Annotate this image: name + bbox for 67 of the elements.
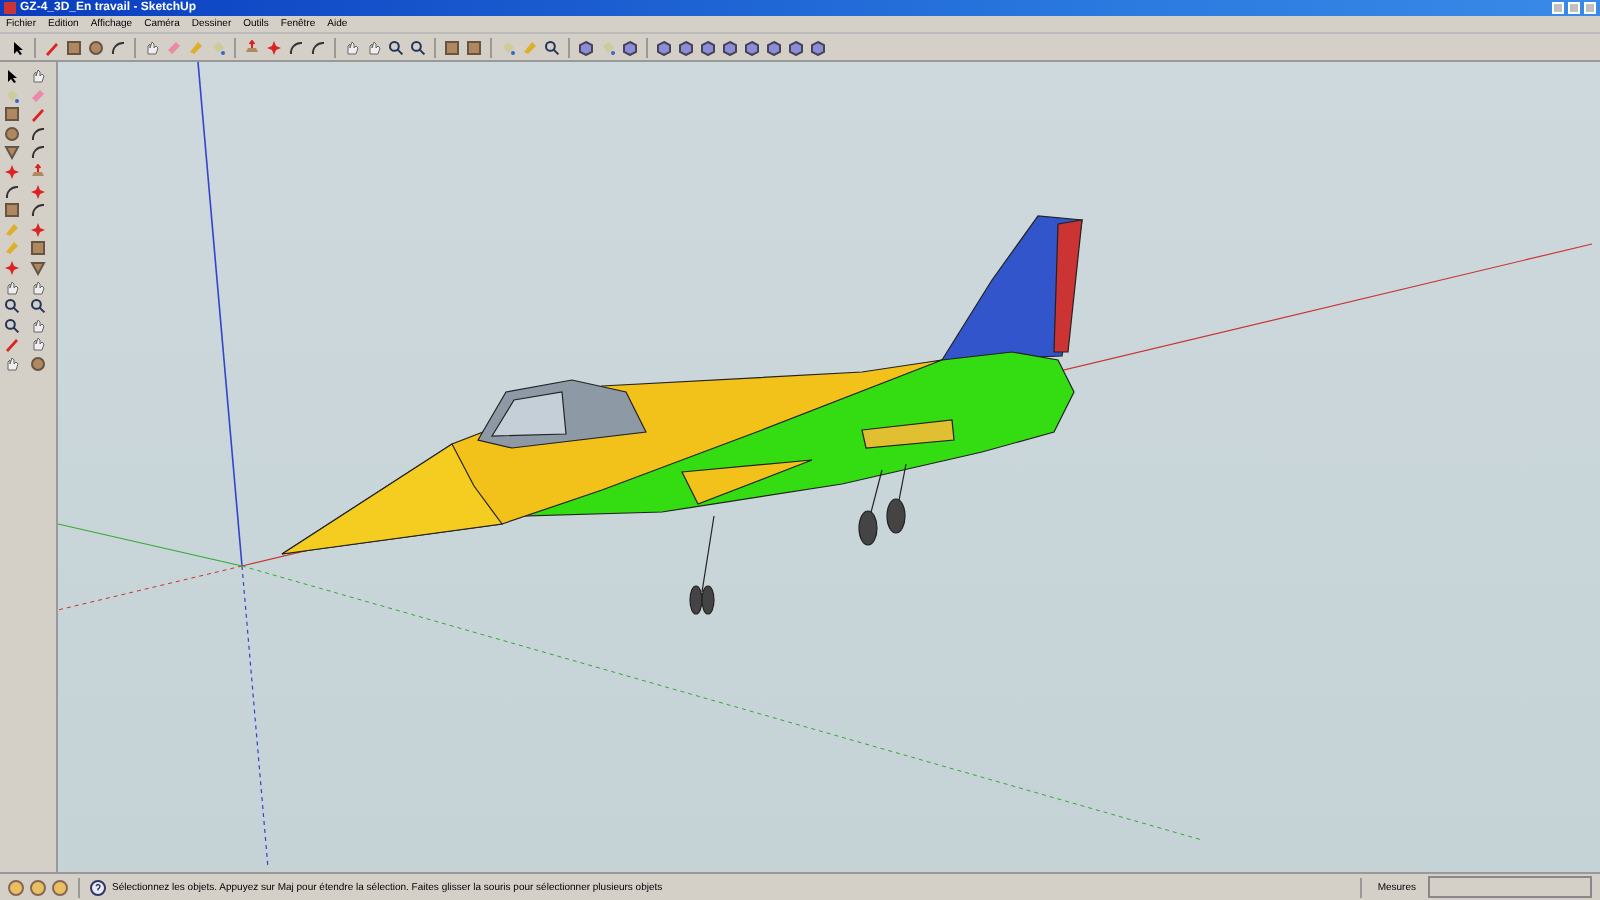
tool-button[interactable]	[28, 142, 48, 163]
paint-bucket-icon	[500, 39, 516, 55]
hand-icon	[30, 68, 46, 84]
hand-icon	[366, 39, 382, 55]
paint-bucket-icon	[4, 87, 20, 104]
circle-icon	[30, 355, 46, 372]
tool-button[interactable]	[2, 181, 22, 202]
hand-icon	[344, 39, 360, 55]
arc-icon	[110, 39, 126, 55]
pencil-icon	[44, 39, 60, 55]
cube-icon	[622, 39, 638, 55]
hand-icon	[4, 279, 20, 296]
toolbar-button[interactable]	[108, 37, 128, 57]
magnifier-icon	[30, 298, 46, 315]
move-arrows-icon	[4, 259, 20, 276]
toolbar-button[interactable]	[286, 37, 306, 57]
toolbar-button[interactable]	[786, 37, 806, 57]
toolbar-button[interactable]	[620, 37, 640, 57]
magnifier-icon	[410, 39, 426, 55]
pencil-icon	[30, 106, 46, 123]
move-arrows-icon	[30, 221, 46, 238]
eraser-icon	[166, 39, 182, 55]
circle-icon	[4, 125, 20, 142]
toolbar-button[interactable]	[8, 37, 28, 57]
toolbar-button[interactable]	[742, 37, 762, 57]
toolbar-button[interactable]	[576, 37, 596, 57]
hand-icon	[144, 39, 160, 55]
tool-button[interactable]	[2, 66, 22, 86]
magnifier-icon	[388, 39, 404, 55]
cube-icon	[578, 39, 594, 55]
toolbar-button[interactable]	[808, 37, 828, 57]
triangle-icon	[30, 259, 46, 276]
tape-measure-icon	[522, 39, 538, 55]
toolbar-button[interactable]	[654, 37, 674, 57]
paint-bucket-icon	[210, 39, 226, 55]
rectangle-icon	[30, 240, 46, 257]
magnifier-icon	[544, 39, 560, 55]
app-icon	[4, 2, 16, 14]
eraser-icon	[30, 87, 46, 104]
toolbar-button[interactable]	[308, 37, 328, 57]
rectangle-icon	[66, 39, 82, 55]
tape-measure-icon	[188, 39, 204, 55]
move-arrows-icon	[266, 39, 282, 55]
help-icon[interactable]	[90, 879, 106, 895]
toolbar-button[interactable]	[408, 37, 428, 57]
toolbar-button[interactable]	[676, 37, 696, 57]
tool-button[interactable]	[2, 296, 22, 317]
toolbar-button[interactable]	[698, 37, 718, 57]
push-pull-icon	[30, 163, 46, 180]
toolbar-button[interactable]	[764, 37, 784, 57]
tool-button[interactable]	[28, 296, 48, 317]
tool-button[interactable]	[2, 315, 22, 336]
pencil-icon	[4, 336, 20, 353]
push-pull-icon	[244, 39, 260, 55]
tool-button[interactable]	[28, 123, 48, 144]
rectangle-icon	[4, 106, 20, 123]
hand-icon	[30, 279, 46, 296]
toolbar-button[interactable]	[720, 37, 740, 57]
measurements-field[interactable]	[1428, 876, 1592, 898]
hand-icon	[4, 355, 20, 372]
paint-bucket-icon	[600, 39, 616, 55]
rectangle-icon	[4, 202, 20, 219]
triangle-icon	[4, 144, 20, 161]
circle-icon	[88, 39, 104, 55]
toolbar-button[interactable]	[542, 37, 562, 57]
tool-button[interactable]	[28, 200, 48, 221]
toolbar-button[interactable]	[386, 37, 406, 57]
